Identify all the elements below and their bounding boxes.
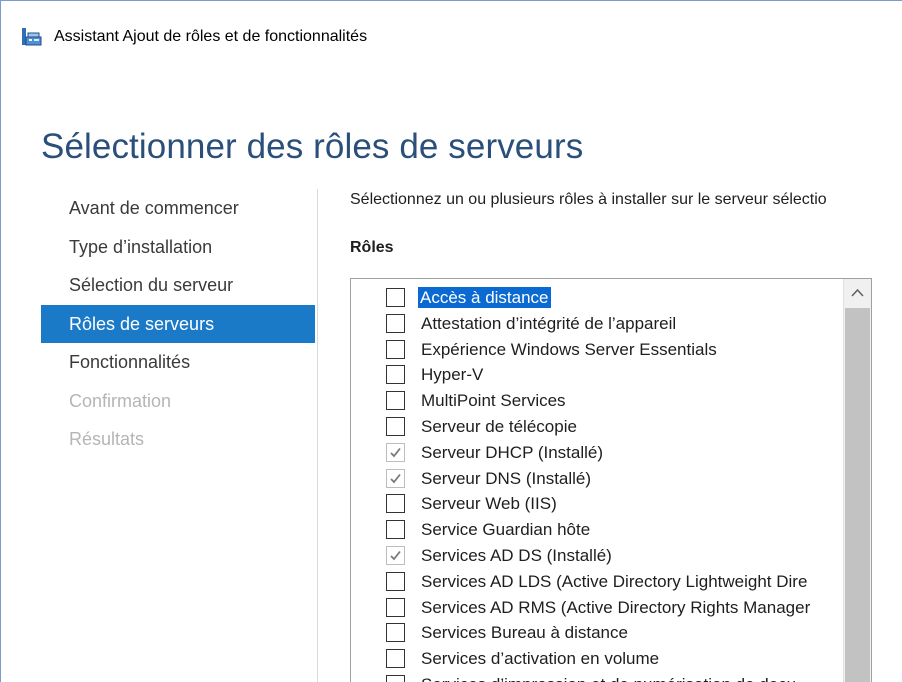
- role-label: Services AD DS (Installé): [421, 545, 612, 565]
- role-checkbox: [386, 545, 405, 565]
- roles-heading: Rôles: [350, 239, 394, 256]
- role-label: Serveur Web (IIS): [421, 494, 557, 514]
- role-checkbox[interactable]: [386, 597, 405, 617]
- roles-listbox[interactable]: Accès à distance Attestation d’intégrité …: [350, 278, 872, 682]
- nav-divider: [317, 189, 318, 682]
- nav-item-roles-serveurs[interactable]: Rôles de serveurs: [41, 304, 315, 343]
- role-row[interactable]: Expérience Windows Server Essentials: [351, 337, 844, 363]
- role-row[interactable]: Services d’impression et de numérisation…: [351, 672, 844, 682]
- role-row[interactable]: Serveur DNS (Installé): [351, 466, 844, 492]
- role-checkbox[interactable]: [386, 313, 405, 333]
- role-label: Attestation d’intégrité de l’appareil: [421, 313, 677, 333]
- role-row[interactable]: Services AD DS (Installé): [351, 543, 844, 569]
- role-checkbox: [386, 468, 405, 488]
- role-label: Accès à distance: [418, 287, 551, 308]
- role-label: Serveur de télécopie: [421, 416, 577, 436]
- wizard-nav: Avant de commencer Type d’installation S…: [41, 189, 315, 459]
- nav-item-fonctionnalites[interactable]: Fonctionnalités: [41, 343, 315, 382]
- role-row[interactable]: Serveur DHCP (Installé): [351, 440, 844, 466]
- role-label: Services d’impression et de numérisation…: [419, 674, 798, 682]
- roles-list: Accès à distance Attestation d’intégrité …: [351, 285, 844, 682]
- role-label: Services d’activation en volume: [421, 649, 660, 669]
- checkmark-icon: [390, 473, 401, 483]
- role-checkbox[interactable]: [386, 365, 405, 385]
- scrollbar-thumb[interactable]: [845, 308, 870, 682]
- role-row[interactable]: Accès à distance: [351, 285, 844, 311]
- window-title: Assistant Ajout de rôles et de fonctionn…: [54, 28, 368, 45]
- role-checkbox: [386, 442, 405, 462]
- nav-item-confirmation: Confirmation: [69, 390, 172, 411]
- role-checkbox[interactable]: [386, 520, 405, 540]
- title-bar: Assistant Ajout de rôles et de fonctionn…: [1, 1, 902, 55]
- nav-item-avant-de-commencer[interactable]: Avant de commencer: [41, 189, 315, 228]
- nav-item-type-installation[interactable]: Type d’installation: [41, 228, 315, 267]
- nav-item-resultats: Résultats: [69, 429, 145, 449]
- role-label: MultiPoint Services: [421, 391, 566, 411]
- role-label: Service Guardian hôte: [421, 520, 591, 540]
- role-row[interactable]: Serveur de télécopie: [351, 414, 844, 440]
- role-label: Serveur DHCP (Installé): [421, 442, 604, 462]
- role-row[interactable]: Serveur Web (IIS): [351, 491, 844, 517]
- instruction-text: Sélectionnez un ou plusieurs rôles à ins…: [350, 191, 827, 208]
- page-title: Sélectionner des rôles de serveurs: [41, 127, 584, 167]
- server-manager-wizard-icon: [21, 27, 43, 47]
- role-checkbox[interactable]: [386, 288, 405, 307]
- role-checkbox[interactable]: [386, 391, 405, 411]
- role-checkbox[interactable]: [386, 416, 405, 436]
- checkmark-icon: [390, 550, 401, 561]
- role-checkbox[interactable]: [386, 339, 405, 359]
- role-label: Expérience Windows Server Essentials: [421, 339, 717, 359]
- role-label: Serveur DNS (Installé): [421, 468, 592, 488]
- scroll-up-icon[interactable]: [844, 279, 871, 307]
- role-checkbox[interactable]: [386, 623, 405, 643]
- role-checkbox[interactable]: [386, 494, 405, 514]
- role-row[interactable]: MultiPoint Services: [351, 388, 844, 414]
- role-label: Services AD RMS (Active Directory Rights…: [421, 597, 811, 617]
- role-row[interactable]: Attestation d’intégrité de l’appareil: [351, 311, 844, 337]
- role-label: Services Bureau à distance: [421, 623, 628, 643]
- checkmark-icon: [390, 447, 401, 458]
- vertical-scrollbar[interactable]: [843, 279, 871, 682]
- role-row[interactable]: Services AD LDS (Active Directory Lightw…: [351, 569, 844, 595]
- role-checkbox[interactable]: [386, 674, 405, 682]
- role-row[interactable]: Services AD RMS (Active Directory Rights…: [351, 595, 844, 621]
- role-checkbox[interactable]: [386, 571, 405, 591]
- role-row[interactable]: Hyper-V: [351, 362, 844, 388]
- role-row[interactable]: Services d’activation en volume: [351, 646, 844, 672]
- role-checkbox[interactable]: [386, 649, 405, 669]
- role-row[interactable]: Services Bureau à distance: [351, 620, 844, 646]
- nav-item-selection-serveur[interactable]: Sélection du serveur: [41, 266, 315, 305]
- role-label: Services AD LDS (Active Directory Lightw…: [421, 571, 808, 591]
- wizard-window: Assistant Ajout de rôles et de fonctionn…: [0, 0, 902, 682]
- role-row[interactable]: Service Guardian hôte: [351, 517, 844, 543]
- role-label: Hyper-V: [421, 365, 484, 385]
